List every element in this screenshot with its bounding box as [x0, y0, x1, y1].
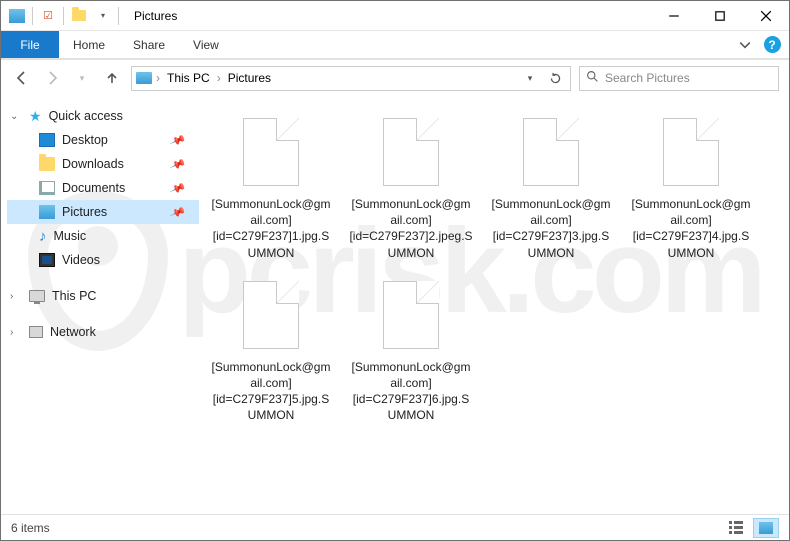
close-button[interactable] [743, 1, 789, 30]
nav-this-pc[interactable]: › This PC [7, 284, 199, 308]
nav-quick-access[interactable]: ⌄ ★ Quick access [7, 104, 199, 128]
recent-locations-button[interactable]: ▾ [71, 67, 93, 89]
documents-icon [39, 181, 55, 195]
nav-downloads[interactable]: Downloads 📌 [7, 152, 199, 176]
view-details-button[interactable] [723, 518, 749, 538]
nav-label: Downloads [62, 157, 124, 171]
pin-icon: 📌 [169, 180, 186, 197]
forward-button[interactable] [41, 67, 63, 89]
file-item[interactable]: [SummonunLock@gmail.com][id=C279F237]1.j… [205, 104, 337, 263]
pin-icon: 📌 [169, 204, 186, 221]
nav-network[interactable]: › Network [7, 320, 199, 344]
music-icon: ♪ [39, 228, 47, 245]
window-title: Pictures [134, 9, 177, 23]
file-name: [SummonunLock@gmail.com][id=C279F237]4.j… [627, 196, 755, 261]
nav-label: Music [54, 229, 87, 243]
chevron-right-icon[interactable]: › [155, 71, 161, 85]
file-grid: [SummonunLock@gmail.com][id=C279F237]1.j… [205, 104, 783, 426]
nav-documents[interactable]: Documents 📌 [7, 176, 199, 200]
pictures-icon [39, 205, 55, 219]
chevron-right-icon[interactable]: › [10, 327, 13, 338]
tab-view[interactable]: View [179, 31, 233, 58]
tab-home[interactable]: Home [59, 31, 119, 58]
file-name: [SummonunLock@gmail.com][id=C279F237]5.j… [207, 359, 335, 424]
star-icon: ★ [29, 108, 42, 125]
ribbon-expand-icon[interactable] [731, 31, 759, 58]
minimize-button[interactable] [651, 1, 697, 30]
nav-label: Desktop [62, 133, 108, 147]
pin-icon: 📌 [169, 156, 186, 173]
file-item[interactable]: [SummonunLock@gmail.com][id=C279F237]2.j… [345, 104, 477, 263]
qa-properties-icon[interactable]: ☑ [37, 5, 59, 27]
file-item[interactable]: [SummonunLock@gmail.com][id=C279F237]6.j… [345, 267, 477, 426]
qa-new-folder-icon[interactable] [68, 5, 90, 27]
file-name: [SummonunLock@gmail.com][id=C279F237]3.j… [487, 196, 615, 261]
back-button[interactable] [11, 67, 33, 89]
network-icon [29, 326, 43, 338]
view-large-icons-button[interactable] [753, 518, 779, 538]
help-icon: ? [764, 36, 781, 53]
location-pictures-icon [136, 72, 152, 84]
quick-access-toolbar: ☑ ▾ [1, 5, 126, 27]
chevron-right-icon[interactable]: › [10, 291, 13, 302]
file-thumbnail [375, 275, 447, 355]
nav-videos[interactable]: Videos [7, 248, 199, 272]
pin-icon: 📌 [169, 132, 186, 149]
file-name: [SummonunLock@gmail.com][id=C279F237]1.j… [207, 196, 335, 261]
large-icons-icon [759, 522, 773, 534]
nav-pictures[interactable]: Pictures 📌 [7, 200, 199, 224]
address-row: ▾ › This PC › Pictures ▾ Search Pictures [1, 60, 789, 96]
search-placeholder: Search Pictures [605, 71, 690, 85]
maximize-button[interactable] [697, 1, 743, 30]
search-input[interactable]: Search Pictures [579, 66, 779, 91]
titlebar: ☑ ▾ Pictures [1, 1, 789, 31]
app-icon[interactable] [6, 5, 28, 27]
nav-label: Pictures [62, 205, 107, 219]
address-bar[interactable]: › This PC › Pictures ▾ [131, 66, 571, 91]
file-name: [SummonunLock@gmail.com][id=C279F237]6.j… [347, 359, 475, 424]
nav-label: Network [50, 325, 96, 339]
refresh-button[interactable] [544, 67, 566, 89]
videos-icon [39, 253, 55, 267]
crumb-this-pc[interactable]: This PC [164, 71, 213, 85]
ribbon: File Home Share View ? [1, 31, 789, 58]
crumb-pictures[interactable]: Pictures [225, 71, 274, 85]
file-thumbnail [235, 112, 307, 192]
file-item[interactable]: [SummonunLock@gmail.com][id=C279F237]5.j… [205, 267, 337, 426]
nav-label: Videos [62, 253, 100, 267]
file-item[interactable]: [SummonunLock@gmail.com][id=C279F237]3.j… [485, 104, 617, 263]
file-thumbnail [375, 112, 447, 192]
address-dropdown-button[interactable]: ▾ [519, 67, 541, 89]
tab-share[interactable]: Share [119, 31, 179, 58]
explorer-window: pcrisk.com ☑ ▾ Pictures File Home Share … [0, 0, 790, 541]
nav-label: This PC [52, 289, 96, 303]
file-thumbnail [655, 112, 727, 192]
details-icon [729, 521, 743, 534]
help-button[interactable]: ? [759, 31, 785, 58]
pc-icon [29, 290, 45, 302]
chevron-down-icon[interactable]: ⌄ [10, 111, 18, 122]
file-tab[interactable]: File [1, 31, 59, 58]
nav-music[interactable]: ♪ Music [7, 224, 199, 248]
search-icon [586, 70, 599, 86]
file-item[interactable]: [SummonunLock@gmail.com][id=C279F237]4.j… [625, 104, 757, 263]
file-thumbnail [235, 275, 307, 355]
downloads-icon [39, 157, 55, 171]
file-thumbnail [515, 112, 587, 192]
qa-customize-icon[interactable]: ▾ [92, 5, 114, 27]
status-bar: 6 items [1, 514, 789, 540]
chevron-right-icon[interactable]: › [216, 71, 222, 85]
navigation-pane: ⌄ ★ Quick access Desktop 📌 Downloads 📌 D… [1, 96, 199, 514]
file-content-pane[interactable]: [SummonunLock@gmail.com][id=C279F237]1.j… [199, 96, 789, 514]
status-item-count: 6 items [11, 521, 50, 535]
desktop-icon [39, 133, 55, 147]
nav-label: Quick access [49, 109, 123, 123]
up-button[interactable] [101, 67, 123, 89]
nav-label: Documents [62, 181, 125, 195]
nav-desktop[interactable]: Desktop 📌 [7, 128, 199, 152]
file-name: [SummonunLock@gmail.com][id=C279F237]2.j… [347, 196, 475, 261]
window-controls [651, 1, 789, 30]
